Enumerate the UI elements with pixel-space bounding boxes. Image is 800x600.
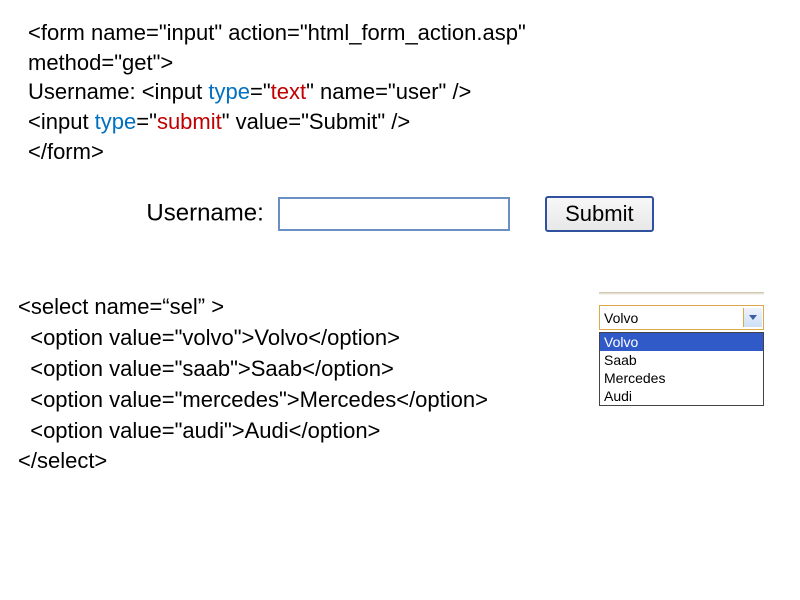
form-render-demo: Username: Submit [0,196,800,232]
code-line: </form> [28,137,772,167]
select-option[interactable]: Mercedes [600,369,763,387]
code-line: <option value="mercedes">Mercedes</optio… [18,385,579,416]
select-option[interactable]: Saab [600,351,763,369]
code-line: <form name="input" action="html_form_act… [28,18,772,48]
select-code-block: <select name=“sel” > <option value="volv… [0,292,599,477]
select-option[interactable]: Audi [600,387,763,405]
divider [599,292,764,295]
select-open-list[interactable]: Volvo Saab Mercedes Audi [599,332,764,406]
username-label: Username: [146,200,263,227]
username-input[interactable] [278,197,510,231]
code-line: Username: <input type="text" name="user"… [28,77,772,107]
code-line: <input type="submit" value="Submit" /> [28,107,772,137]
select-render-demo: Volvo Volvo Saab Mercedes Audi [599,292,764,477]
code-line: method="get"> [28,48,772,78]
code-line: <select name=“sel” > [18,292,579,323]
select-option[interactable]: Volvo [600,333,763,351]
form-code-block: <form name="input" action="html_form_act… [0,0,800,166]
code-line: <option value="audi">Audi</option> [18,416,579,447]
select-closed[interactable]: Volvo [599,305,764,330]
select-dropdown-button[interactable] [743,308,762,327]
code-line: <option value="volvo">Volvo</option> [18,323,579,354]
select-value: Volvo [600,310,742,326]
code-line: <option value="saab">Saab</option> [18,354,579,385]
chevron-down-icon [749,315,757,320]
submit-button[interactable]: Submit [545,196,653,232]
code-line: </select> [18,446,579,477]
